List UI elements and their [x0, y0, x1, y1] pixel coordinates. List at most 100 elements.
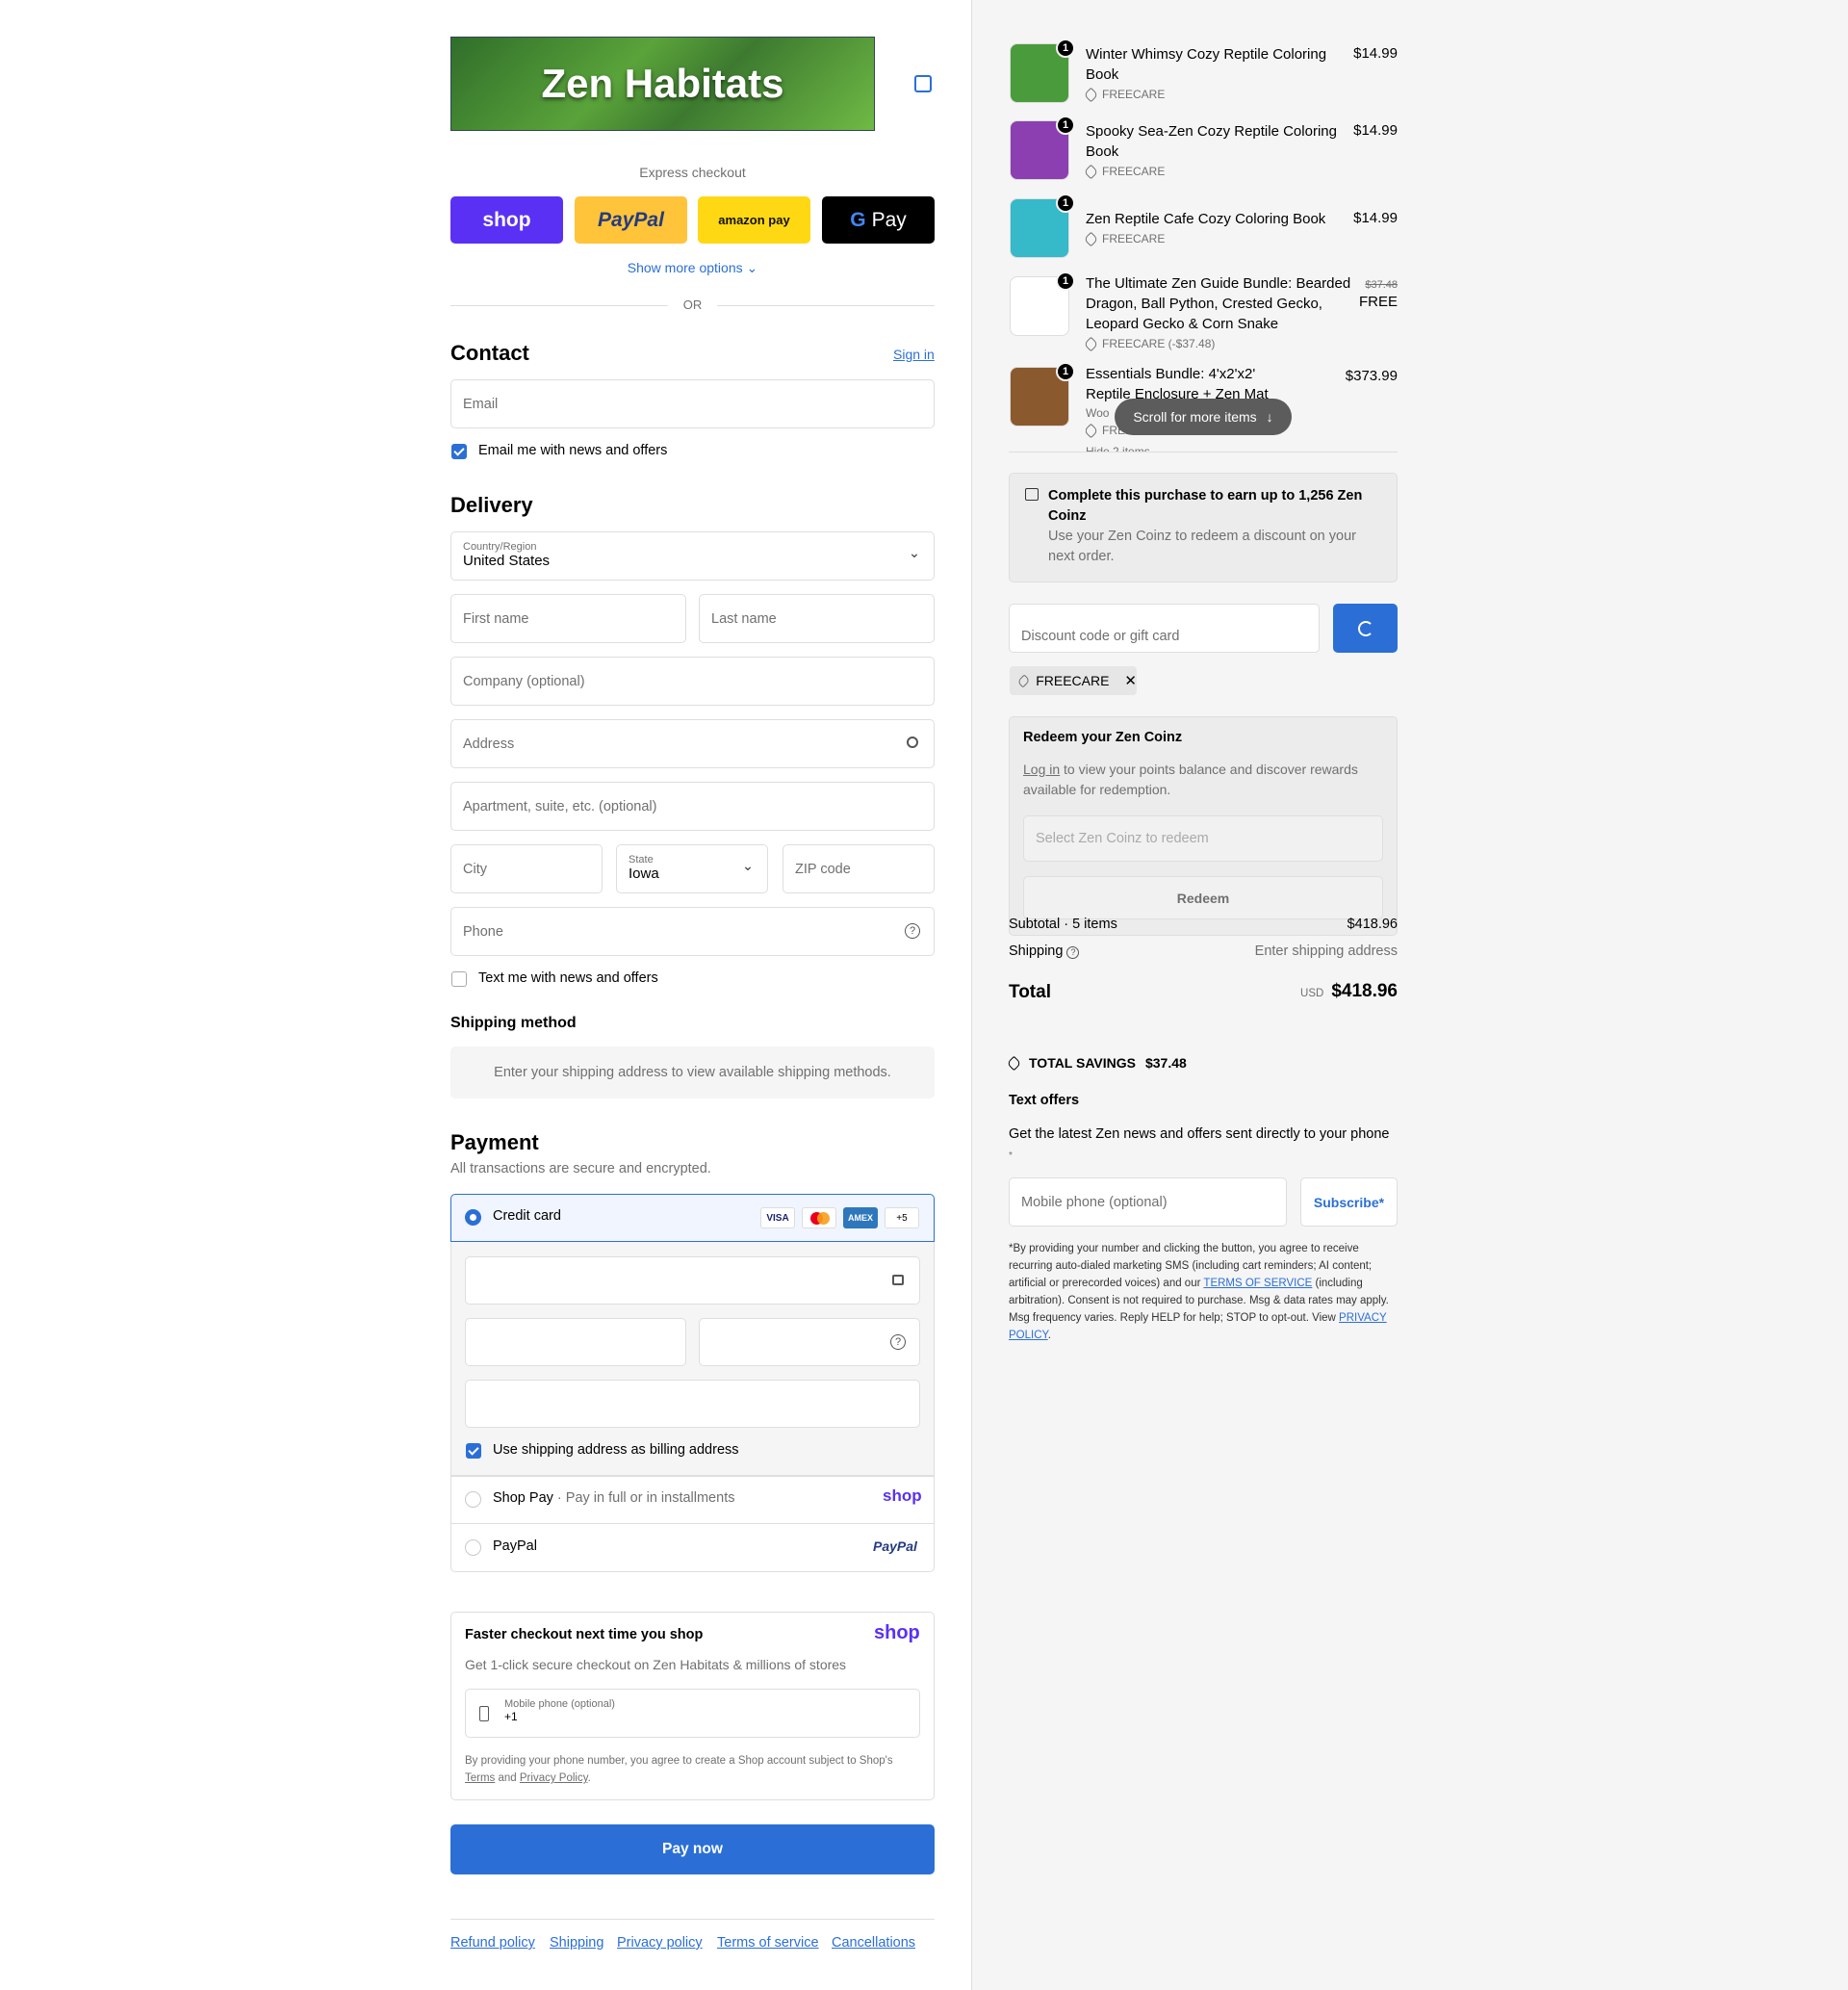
- discount-tag: FREECARE: [1083, 164, 1165, 179]
- mobile-phone-field[interactable]: Mobile phone (optional): [1009, 1177, 1287, 1227]
- pay-now-button[interactable]: Pay now: [450, 1824, 935, 1874]
- currency-code: USD: [1300, 988, 1324, 999]
- shop-phone-label: Mobile phone (optional): [504, 1698, 615, 1710]
- name-on-card-field[interactable]: [465, 1380, 920, 1428]
- quantity-badge: 1: [1056, 116, 1075, 135]
- shop-privacy-link[interactable]: Privacy Policy: [520, 1772, 588, 1784]
- remove-discount-icon[interactable]: ✕: [1124, 672, 1137, 689]
- sms-legal-text: *By providing your number and clicking t…: [1009, 1240, 1399, 1344]
- scroll-more-pill[interactable]: Scroll for more items ↓: [1115, 399, 1292, 435]
- text-news-checkbox[interactable]: [451, 971, 467, 987]
- coinz-select[interactable]: Select Zen Coinz to redeem: [1023, 815, 1383, 862]
- state-select[interactable]: State Iowa ⌄: [616, 844, 768, 893]
- divider-left: [450, 305, 668, 306]
- redeem-desc: Log in to view your points balance and d…: [1023, 760, 1389, 800]
- search-icon: [907, 737, 918, 748]
- shop-phone-prefix: +1: [504, 1710, 518, 1723]
- phone-field[interactable]: Phone ?: [450, 907, 935, 956]
- email-news-label: Email me with news and offers: [478, 443, 668, 458]
- shop-phone-field[interactable]: Mobile phone (optional) +1: [465, 1689, 920, 1738]
- address-field[interactable]: Address: [450, 719, 935, 768]
- cart-bag-icon[interactable]: [914, 75, 932, 92]
- help-icon[interactable]: ?: [890, 1334, 906, 1350]
- loading-spinner-icon: [1357, 620, 1373, 636]
- quantity-badge: 1: [1056, 194, 1075, 213]
- brand-logo[interactable]: Zen Habitats: [450, 37, 875, 131]
- tag-icon: [1006, 1055, 1022, 1071]
- product-price: FREE: [1358, 294, 1398, 310]
- first-name-placeholder: First name: [463, 610, 529, 627]
- applied-discount-code: FREECARE: [1036, 673, 1110, 688]
- shop-pay-subtitle: Pay in full or in installments: [565, 1490, 735, 1506]
- mastercard-icon: [802, 1207, 836, 1228]
- lock-icon: [892, 1275, 904, 1285]
- security-code-field[interactable]: ?: [699, 1318, 920, 1366]
- refund-policy-link[interactable]: Refund policy: [450, 1935, 535, 1951]
- credit-card-label: Credit card: [493, 1208, 561, 1224]
- log-in-link[interactable]: Log in: [1023, 762, 1060, 777]
- cancellations-link[interactable]: Cancellations: [832, 1935, 915, 1951]
- privacy-policy-link[interactable]: Privacy policy: [617, 1935, 703, 1951]
- divider-right: [717, 305, 935, 306]
- zip-field[interactable]: ZIP code: [783, 844, 935, 893]
- coinz-desc: Use your Zen Coinz to redeem a discount …: [1048, 529, 1356, 564]
- terms-of-service-link[interactable]: Terms of service: [717, 1935, 819, 1951]
- show-more-options-link[interactable]: Show more options ⌄: [450, 260, 935, 276]
- shop-logo: shop: [874, 1622, 920, 1643]
- text-offers-desc-text: Get the latest Zen news and offers sent …: [1009, 1126, 1390, 1142]
- shop-legal-text: By providing your phone number, you agre…: [465, 1752, 908, 1787]
- email-field[interactable]: Email: [450, 379, 935, 428]
- first-name-field[interactable]: First name: [450, 594, 686, 643]
- company-placeholder: Company (optional): [463, 673, 585, 689]
- billing-same-checkbox[interactable]: [466, 1443, 481, 1459]
- help-icon[interactable]: ?: [1066, 946, 1080, 959]
- tag-icon: [1083, 164, 1099, 179]
- city-field[interactable]: City: [450, 844, 603, 893]
- redeem-button[interactable]: Redeem: [1023, 876, 1383, 919]
- help-icon[interactable]: ?: [905, 923, 920, 939]
- sign-in-link[interactable]: Sign in: [893, 347, 935, 362]
- country-select[interactable]: Country/Region United States ⌄: [450, 531, 935, 581]
- shop-terms-link[interactable]: Terms: [465, 1772, 495, 1784]
- paypal-logo: PayPal: [598, 208, 664, 231]
- apply-discount-button[interactable]: [1333, 604, 1398, 653]
- product-name: Zen Reptile Cafe Cozy Coloring Book: [1086, 211, 1326, 227]
- discount-code-field[interactable]: Discount code or gift card: [1009, 604, 1320, 653]
- shop-legal-and: and: [495, 1772, 520, 1784]
- apartment-field[interactable]: Apartment, suite, etc. (optional): [450, 782, 935, 831]
- tag-icon: [1086, 423, 1099, 438]
- contact-heading: Contact: [450, 341, 529, 365]
- google-g-icon: G: [850, 208, 866, 231]
- coinz-title: Complete this purchase to earn up to 1,2…: [1048, 488, 1363, 524]
- redeem-title: Redeem your Zen Coinz: [1023, 730, 1183, 745]
- paypal-button[interactable]: PayPal: [575, 196, 687, 244]
- paypal-label: PayPal: [493, 1538, 537, 1554]
- arrow-down-icon: ↓: [1266, 409, 1273, 425]
- credit-card-radio[interactable]: [465, 1209, 481, 1226]
- google-pay-button[interactable]: G Pay: [822, 196, 935, 244]
- shop-pay-radio[interactable]: [465, 1491, 481, 1508]
- company-field[interactable]: Company (optional): [450, 657, 935, 706]
- shipping-method-text: Enter your shipping address to view avai…: [494, 1065, 891, 1080]
- last-name-field[interactable]: Last name: [699, 594, 935, 643]
- terms-of-service-link[interactable]: TERMS OF SERVICE: [1203, 1278, 1312, 1289]
- savings-value: $37.48: [1144, 1055, 1187, 1071]
- shipping-link[interactable]: Shipping: [550, 1935, 603, 1951]
- card-number-field[interactable]: [465, 1256, 920, 1305]
- shop-legal-a: By providing your phone number, you agre…: [465, 1755, 893, 1767]
- discount-tag: FREECARE (-$37.48): [1083, 336, 1215, 351]
- shop-pay-button[interactable]: shop: [450, 196, 563, 244]
- expiration-field[interactable]: [465, 1318, 686, 1366]
- paypal-radio[interactable]: [465, 1539, 481, 1556]
- subscribe-button[interactable]: Subscribe*: [1300, 1177, 1398, 1227]
- scroll-more-label: Scroll for more items: [1133, 409, 1257, 425]
- savings-label: TOTAL SAVINGS: [1029, 1055, 1136, 1071]
- discount-tag: FREECARE: [1083, 231, 1165, 246]
- email-news-checkbox[interactable]: [451, 444, 467, 459]
- chevron-down-icon: ⌄: [741, 859, 754, 874]
- tag-icon: [1083, 87, 1099, 102]
- quantity-badge: 1: [1056, 271, 1075, 291]
- total-label: Total: [1009, 982, 1051, 1002]
- amazon-pay-button[interactable]: amazon pay: [698, 196, 810, 244]
- text-offers-title: Text offers: [1009, 1093, 1080, 1108]
